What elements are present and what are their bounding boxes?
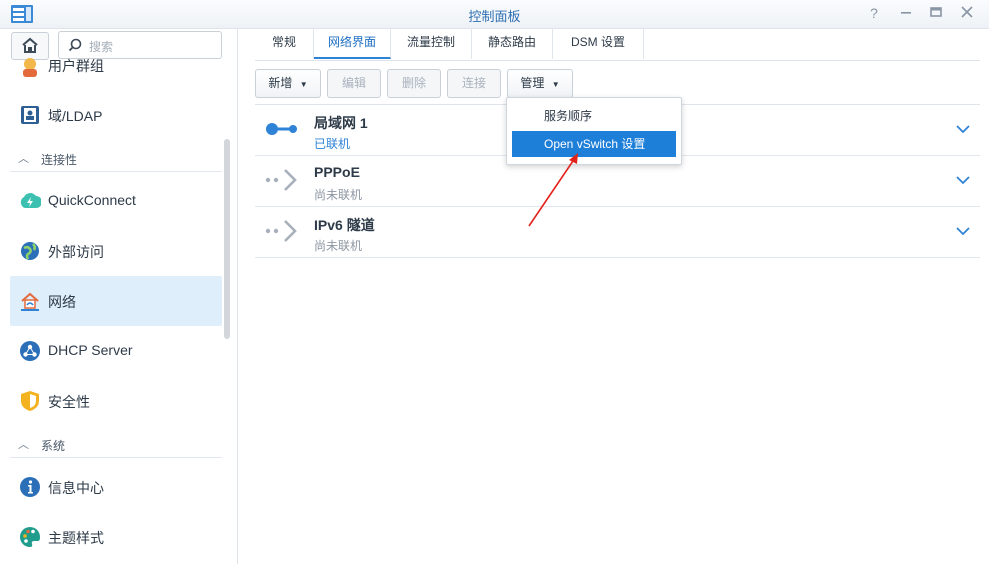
sidebar-item-theme[interactable]: 主题样式 (10, 512, 222, 562)
sidebar-item-label: 域/LDAP (48, 108, 103, 124)
window-title: 控制面板 (468, 9, 521, 24)
sidebar-item-dhcp-server[interactable]: DHCP Server (10, 326, 222, 376)
sidebar-item-label: QuickConnect (48, 192, 136, 208)
interface-name: IPv6 隧道 (314, 217, 375, 233)
sidebar-item-security[interactable]: 安全性 (10, 376, 222, 426)
network-icon (21, 292, 39, 311)
section-label: 系统 (41, 439, 66, 453)
tab-bar: 常规 网络界面 流量控制 静态路由 DSM 设置 (255, 29, 980, 61)
sidebar-item-label: DHCP Server (48, 342, 133, 358)
tab-traffic-control[interactable]: 流量控制 (391, 29, 472, 59)
interface-name: 局域网 1 (314, 115, 368, 131)
manage-button[interactable]: 管理 ▼ (507, 69, 573, 98)
sidebar-item-label: 网络 (48, 294, 76, 310)
sidebar-item-info-center[interactable]: 信息中心 (10, 462, 222, 512)
sidebar: 搜索 用户群组 域/LDAP ︿ 连接性 QuickConnect 外部访问 网… (0, 29, 238, 564)
external-access-icon (21, 242, 39, 260)
shield-icon (21, 391, 39, 411)
sidebar-item-label: 主题样式 (48, 530, 104, 546)
sidebar-item-label: 外部访问 (48, 244, 104, 260)
sidebar-item-label: 信息中心 (48, 480, 104, 496)
interface-status: 已联机 (314, 137, 351, 151)
user-group-icon (23, 58, 37, 77)
interface-row-ipv6-tunnel[interactable]: IPv6 隧道 尚未联机 (255, 207, 980, 258)
tab-static-route[interactable]: 静态路由 (472, 29, 553, 59)
disconnected-network-icon (265, 220, 297, 242)
close-icon[interactable] (959, 5, 975, 21)
ldap-icon (21, 106, 39, 124)
manage-button-label: 管理 (520, 76, 545, 90)
dhcp-icon (20, 341, 40, 361)
caret-down-icon: ▼ (551, 80, 560, 89)
maximize-icon[interactable] (928, 5, 944, 21)
connect-button[interactable]: 连接 (447, 69, 501, 98)
help-icon[interactable]: ? (866, 5, 882, 21)
interface-status: 尚未联机 (314, 188, 363, 202)
quickconnect-icon (20, 193, 41, 208)
tab-network-interface[interactable]: 网络界面 (314, 29, 391, 59)
sidebar-item-user-group[interactable]: 用户群组 (10, 41, 222, 79)
delete-button[interactable]: 删除 (387, 69, 441, 98)
annotation-arrow-icon (528, 153, 578, 227)
sidebar-item-ldap[interactable]: 域/LDAP (10, 90, 222, 140)
chevron-down-icon[interactable] (956, 224, 970, 238)
info-icon (20, 477, 40, 497)
chevron-down-icon[interactable] (956, 122, 970, 136)
chevron-up-icon: ︿ (18, 153, 29, 165)
interface-name: PPPoE (314, 164, 360, 180)
section-system[interactable]: ︿ 系统 (10, 431, 222, 458)
add-button[interactable]: 新增 ▼ (255, 69, 321, 98)
sidebar-item-network[interactable]: 网络 (10, 276, 222, 326)
caret-down-icon: ▼ (299, 80, 308, 89)
title-bar: 控制面板 ? (0, 0, 989, 29)
sidebar-item-label: 用户群组 (48, 58, 104, 74)
sidebar-item-quickconnect[interactable]: QuickConnect (10, 176, 222, 226)
section-connectivity[interactable]: ︿ 连接性 (10, 145, 222, 172)
sidebar-item-external-access[interactable]: 外部访问 (10, 226, 222, 276)
chevron-down-icon[interactable] (956, 173, 970, 187)
chevron-up-icon: ︿ (18, 439, 29, 451)
menu-item-service-order[interactable]: 服务顺序 (512, 103, 676, 129)
section-label: 连接性 (41, 153, 78, 167)
tab-dsm-settings[interactable]: DSM 设置 (553, 29, 644, 59)
edit-button[interactable]: 编辑 (327, 69, 381, 98)
disconnected-network-icon (265, 169, 297, 191)
minimize-icon[interactable] (898, 5, 914, 21)
sidebar-item-label: 安全性 (48, 394, 90, 410)
connected-network-icon (266, 123, 297, 135)
sidebar-scrollbar[interactable] (224, 139, 230, 339)
add-button-label: 新增 (268, 76, 293, 90)
palette-icon (20, 527, 40, 547)
tab-general[interactable]: 常规 (255, 29, 314, 59)
interface-status: 尚未联机 (314, 239, 363, 253)
